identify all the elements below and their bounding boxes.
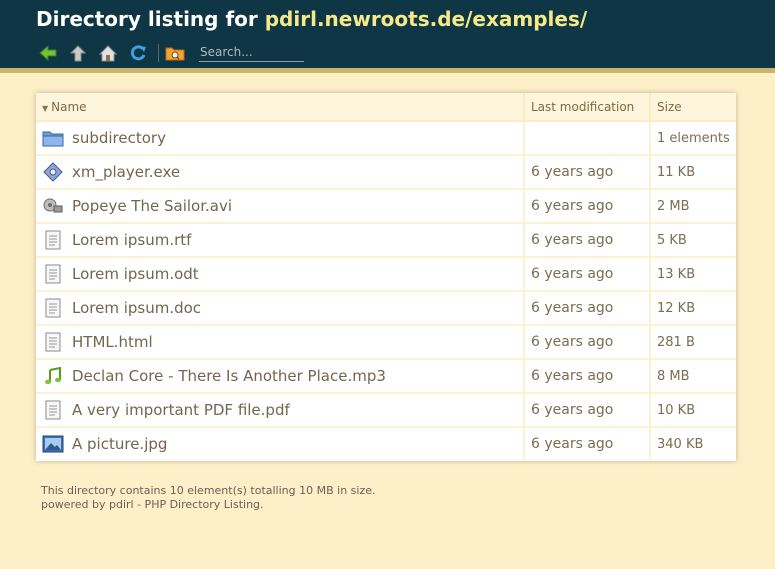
table-row[interactable]: Popeye The Sailor.avi 6 years ago 2 MB bbox=[36, 189, 736, 224]
file-name[interactable]: HTML.html bbox=[72, 333, 153, 351]
refresh-icon[interactable] bbox=[128, 43, 148, 63]
cell-last-modification: 6 years ago bbox=[524, 223, 651, 258]
cell-name[interactable]: Lorem ipsum.doc bbox=[36, 291, 525, 326]
cell-name[interactable]: xm_player.exe bbox=[36, 155, 525, 190]
document-icon bbox=[42, 298, 64, 318]
cell-last-modification bbox=[524, 121, 651, 156]
table-row[interactable]: Lorem ipsum.rtf 6 years ago 5 KB bbox=[36, 223, 736, 258]
cell-name[interactable]: subdirectory bbox=[36, 121, 525, 156]
file-name[interactable]: Lorem ipsum.doc bbox=[72, 299, 201, 317]
cell-name[interactable]: Popeye The Sailor.avi bbox=[36, 189, 525, 224]
table-row[interactable]: Lorem ipsum.doc 6 years ago 12 KB bbox=[36, 291, 736, 326]
table-row[interactable]: Lorem ipsum.odt 6 years ago 13 KB bbox=[36, 257, 736, 292]
cell-name[interactable]: Declan Core - There Is Another Place.mp3 bbox=[36, 359, 525, 394]
sort-desc-icon: ▼ bbox=[42, 103, 49, 113]
cell-size: 1 elements bbox=[650, 121, 736, 156]
title-prefix: Directory listing for bbox=[36, 7, 265, 31]
cell-name[interactable]: Lorem ipsum.odt bbox=[36, 257, 525, 292]
cell-size: 281 B bbox=[650, 325, 736, 360]
cell-name[interactable]: HTML.html bbox=[36, 325, 525, 360]
toolbar-separator bbox=[158, 44, 159, 62]
cell-last-modification: 6 years ago bbox=[524, 189, 651, 224]
document-icon bbox=[42, 332, 64, 352]
column-name[interactable]: ▼ Name bbox=[36, 93, 525, 122]
music-icon bbox=[42, 366, 64, 386]
column-last-modification[interactable]: Last modification bbox=[524, 93, 651, 122]
file-table: ▼ Name Last modification Size subdirector… bbox=[36, 93, 736, 460]
cell-last-modification: 6 years ago bbox=[524, 291, 651, 326]
up-icon[interactable] bbox=[68, 43, 88, 63]
file-name[interactable]: A picture.jpg bbox=[72, 435, 167, 453]
file-name[interactable]: Lorem ipsum.rtf bbox=[72, 231, 191, 249]
table-row[interactable]: subdirectory 1 elements bbox=[36, 121, 736, 156]
table-header-row: ▼ Name Last modification Size bbox=[36, 93, 736, 122]
cell-last-modification: 6 years ago bbox=[524, 257, 651, 292]
cell-size: 5 KB bbox=[650, 223, 736, 258]
file-name[interactable]: A very important PDF file.pdf bbox=[72, 401, 290, 419]
file-listing-panel: ▼ Name Last modification Size subdirector… bbox=[36, 93, 736, 461]
file-name[interactable]: Lorem ipsum.odt bbox=[72, 265, 199, 283]
cell-size: 13 KB bbox=[650, 257, 736, 292]
table-row[interactable]: A picture.jpg 6 years ago 340 KB bbox=[36, 427, 736, 460]
cell-size: 2 MB bbox=[650, 189, 736, 224]
directory-summary: This directory contains 10 element(s) to… bbox=[41, 484, 376, 497]
cell-last-modification: 6 years ago bbox=[524, 325, 651, 360]
cell-name[interactable]: A picture.jpg bbox=[36, 427, 525, 460]
cell-last-modification: 6 years ago bbox=[524, 155, 651, 190]
cell-name[interactable]: Lorem ipsum.rtf bbox=[36, 223, 525, 258]
cell-size: 340 KB bbox=[657, 436, 704, 452]
title-url[interactable]: pdirl.newroots.de/examples/ bbox=[265, 7, 587, 31]
column-size[interactable]: Size bbox=[650, 93, 736, 122]
cell-last-modification: 6 years ago bbox=[524, 359, 651, 394]
file-name[interactable]: xm_player.exe bbox=[72, 163, 180, 181]
header-bar: Directory listing for pdirl.newroots.de/… bbox=[0, 0, 775, 73]
search-input[interactable] bbox=[199, 44, 304, 62]
cell-size: 12 KB bbox=[650, 291, 736, 326]
home-icon[interactable] bbox=[98, 43, 118, 63]
toolbar bbox=[38, 41, 304, 65]
document-icon bbox=[42, 230, 64, 250]
cell-last-modification: 6 years ago bbox=[524, 427, 651, 460]
document-icon bbox=[42, 400, 64, 420]
cell-size: 10 KB bbox=[650, 393, 736, 428]
picture-icon bbox=[42, 434, 64, 454]
search-folder-icon[interactable] bbox=[165, 43, 185, 63]
video-icon bbox=[42, 196, 64, 216]
powered-by[interactable]: powered by pdirl - PHP Directory Listing… bbox=[41, 498, 376, 512]
cell-name[interactable]: A very important PDF file.pdf bbox=[36, 393, 525, 428]
document-icon bbox=[42, 264, 64, 284]
file-name[interactable]: Declan Core - There Is Another Place.mp3 bbox=[72, 367, 386, 385]
table-row[interactable]: HTML.html 6 years ago 281 B bbox=[36, 325, 736, 360]
back-icon[interactable] bbox=[38, 43, 58, 63]
executable-icon bbox=[42, 162, 64, 182]
cell-last-modification: 6 years ago bbox=[524, 393, 651, 428]
table-row[interactable]: A very important PDF file.pdf 6 years ago… bbox=[36, 393, 736, 428]
cell-size: 8 MB bbox=[650, 359, 736, 394]
cell-size: 11 KB bbox=[650, 155, 736, 190]
folder-icon bbox=[42, 128, 64, 148]
page-title: Directory listing for pdirl.newroots.de/… bbox=[36, 7, 587, 31]
footer: This directory contains 10 element(s) to… bbox=[41, 484, 376, 512]
table-row[interactable]: Declan Core - There Is Another Place.mp3… bbox=[36, 359, 736, 394]
table-row[interactable]: xm_player.exe 6 years ago 11 KB bbox=[36, 155, 736, 190]
file-name[interactable]: Popeye The Sailor.avi bbox=[72, 197, 232, 215]
file-name[interactable]: subdirectory bbox=[72, 129, 166, 147]
